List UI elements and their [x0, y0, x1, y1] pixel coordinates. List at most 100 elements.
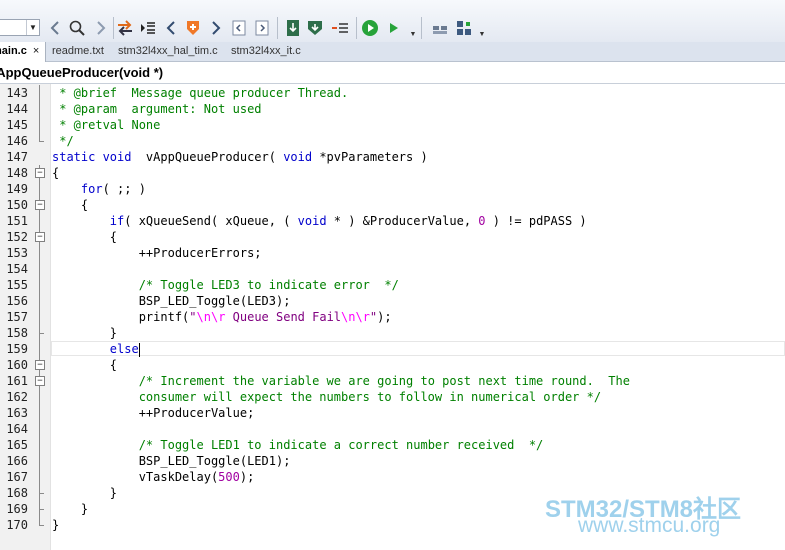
toolbar-separator: [277, 17, 278, 39]
code-text[interactable]: for( ;; ): [52, 181, 146, 197]
close-icon[interactable]: ×: [33, 45, 39, 57]
nav-forward-icon[interactable]: [207, 18, 225, 38]
line-number: 152: [6, 230, 28, 244]
code-text[interactable]: {: [52, 357, 117, 373]
code-text[interactable]: }: [52, 485, 117, 501]
code-line[interactable]: 157 printf("\n\r Queue Send Fail\n\r");: [0, 309, 785, 325]
line-number: 164: [6, 422, 28, 436]
find-icon[interactable]: [68, 18, 86, 38]
tab-main-c[interactable]: main.c ×: [0, 42, 46, 62]
code-line[interactable]: 146 */: [0, 133, 785, 149]
code-line[interactable]: 161− /* Increment the variable we are go…: [0, 373, 785, 389]
code-line[interactable]: 156 BSP_LED_Toggle(LED3);: [0, 293, 785, 309]
watermark-url: www.stmcu.org: [578, 514, 721, 537]
next-bookmark-icon[interactable]: [253, 18, 271, 38]
code-text[interactable]: }: [52, 325, 117, 341]
search-combo[interactable]: ▼: [0, 19, 40, 36]
line-number: 170: [6, 518, 28, 532]
code-line[interactable]: 153 ++ProducerErrors;: [0, 245, 785, 261]
code-line[interactable]: 143 * @brief Message queue producer Thre…: [0, 85, 785, 101]
window-layout-add-icon[interactable]: [455, 18, 473, 38]
fold-toggle-icon[interactable]: −: [34, 229, 46, 245]
chevron-down-icon[interactable]: ▼: [26, 20, 39, 35]
code-line[interactable]: 149 for( ;; ): [0, 181, 785, 197]
fold-guide: [34, 261, 46, 277]
code-line[interactable]: 144 * @param argument: Not used: [0, 101, 785, 117]
code-text[interactable]: consumer will expect the numbers to foll…: [52, 389, 601, 405]
fold-guide: [34, 85, 46, 101]
code-text[interactable]: /* Toggle LED1 to indicate a correct num…: [52, 437, 544, 453]
code-text[interactable]: * @retval None: [52, 117, 160, 133]
outdent-icon[interactable]: [139, 18, 157, 38]
fold-toggle-icon[interactable]: −: [34, 357, 46, 373]
fold-toggle-icon[interactable]: −: [34, 165, 46, 181]
function-navigator[interactable]: vAppQueueProducer(void *): [0, 62, 785, 84]
line-number: 148: [6, 166, 28, 180]
prev-bookmark-icon[interactable]: [230, 18, 248, 38]
fold-guide: [34, 421, 46, 437]
tab-stm32l4xx-it-c[interactable]: stm32l4xx_it.c: [225, 42, 307, 61]
code-text[interactable]: vTaskDelay(500);: [52, 469, 255, 485]
current-line-highlight: [51, 341, 785, 356]
fold-guide: [34, 309, 46, 325]
code-line[interactable]: 159 else: [0, 341, 785, 357]
code-text[interactable]: printf("\n\r Queue Send Fail\n\r");: [52, 309, 392, 325]
line-number: 161: [6, 374, 28, 388]
fold-guide: [34, 117, 46, 133]
toolbar-overflow-icon[interactable]: ▼: [409, 28, 417, 38]
code-text[interactable]: if( xQueueSend( xQueue, ( void * ) &Prod…: [52, 213, 587, 229]
code-text[interactable]: }: [52, 517, 59, 533]
code-text[interactable]: */: [52, 133, 73, 149]
code-text[interactable]: }: [52, 501, 88, 517]
back-arrow-icon[interactable]: [46, 18, 64, 38]
code-line[interactable]: 162 consumer will expect the numbers to …: [0, 389, 785, 405]
code-text[interactable]: /* Increment the variable we are going t…: [52, 373, 630, 389]
code-line[interactable]: 163 ++ProducerValue;: [0, 405, 785, 421]
code-text[interactable]: else: [52, 341, 140, 357]
code-line[interactable]: 147 static void vAppQueueProducer( void *…: [0, 149, 785, 165]
toolbar-overflow-icon[interactable]: ▼: [478, 28, 486, 38]
tab-label: stm32l4xx_it.c: [231, 45, 301, 57]
run-to-cursor-icon[interactable]: [384, 18, 402, 38]
code-line[interactable]: 152− {: [0, 229, 785, 245]
fold-toggle-icon[interactable]: −: [34, 197, 46, 213]
toolbar: ▼ ▼ ▼: [0, 0, 785, 43]
code-editor[interactable]: 143 * @brief Message queue producer Thre…: [0, 84, 785, 550]
code-line[interactable]: 160− {: [0, 357, 785, 373]
code-text[interactable]: * @param argument: Not used: [52, 101, 261, 117]
code-text[interactable]: {: [52, 165, 59, 181]
indent-icon[interactable]: [116, 18, 134, 38]
code-text[interactable]: ++ProducerErrors;: [52, 245, 262, 261]
debug-shield-icon[interactable]: [306, 18, 324, 38]
download-icon[interactable]: [284, 18, 302, 38]
code-text[interactable]: static void vAppQueueProducer( void *pvP…: [52, 149, 428, 165]
code-line[interactable]: 148−{: [0, 165, 785, 181]
bookmark-shield-icon[interactable]: [184, 18, 202, 38]
nav-back-icon[interactable]: [162, 18, 180, 38]
code-line[interactable]: 165 /* Toggle LED1 to indicate a correct…: [0, 437, 785, 453]
forward-arrow-icon[interactable]: [92, 18, 110, 38]
tab-stm32l4xx-hal-tim-c[interactable]: stm32l4xx_hal_tim.c: [112, 42, 224, 61]
code-text[interactable]: BSP_LED_Toggle(LED3);: [52, 293, 291, 309]
code-text[interactable]: /* Toggle LED3 to indicate error */: [52, 277, 399, 293]
code-line[interactable]: 155 /* Toggle LED3 to indicate error */: [0, 277, 785, 293]
code-line[interactable]: 145 * @retval None: [0, 117, 785, 133]
fold-toggle-icon[interactable]: −: [34, 373, 46, 389]
window-layout-icon[interactable]: [431, 18, 449, 38]
code-line[interactable]: 167 vTaskDelay(500);: [0, 469, 785, 485]
fold-guide: [34, 101, 46, 117]
code-line[interactable]: 158 }: [0, 325, 785, 341]
code-line[interactable]: 150− {: [0, 197, 785, 213]
code-line[interactable]: 166 BSP_LED_Toggle(LED1);: [0, 453, 785, 469]
step-icon[interactable]: [331, 18, 349, 38]
tab-readme-txt[interactable]: readme.txt: [46, 42, 110, 61]
code-text[interactable]: {: [52, 229, 117, 245]
code-text[interactable]: ++ProducerValue;: [52, 405, 255, 421]
code-line[interactable]: 164: [0, 421, 785, 437]
code-line[interactable]: 151 if( xQueueSend( xQueue, ( void * ) &…: [0, 213, 785, 229]
code-text[interactable]: BSP_LED_Toggle(LED1);: [52, 453, 291, 469]
code-text[interactable]: {: [52, 197, 88, 213]
code-line[interactable]: 154: [0, 261, 785, 277]
code-text[interactable]: * @brief Message queue producer Thread.: [52, 85, 348, 101]
run-icon[interactable]: [361, 18, 379, 38]
